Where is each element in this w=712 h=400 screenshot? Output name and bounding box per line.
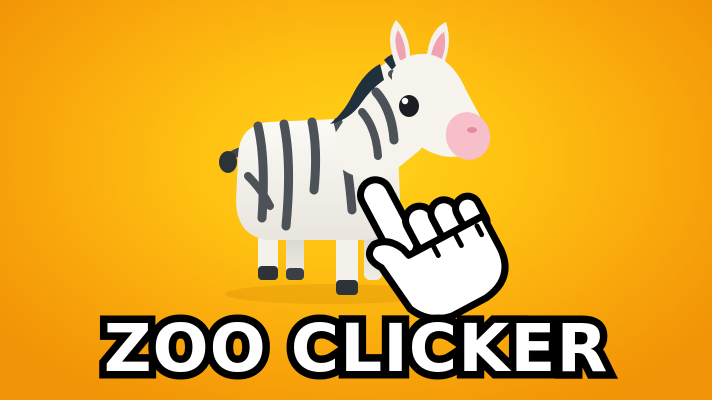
title-screen[interactable]: ZOO CLICKER (0, 0, 712, 400)
game-title: ZOO CLICKER (96, 304, 615, 393)
